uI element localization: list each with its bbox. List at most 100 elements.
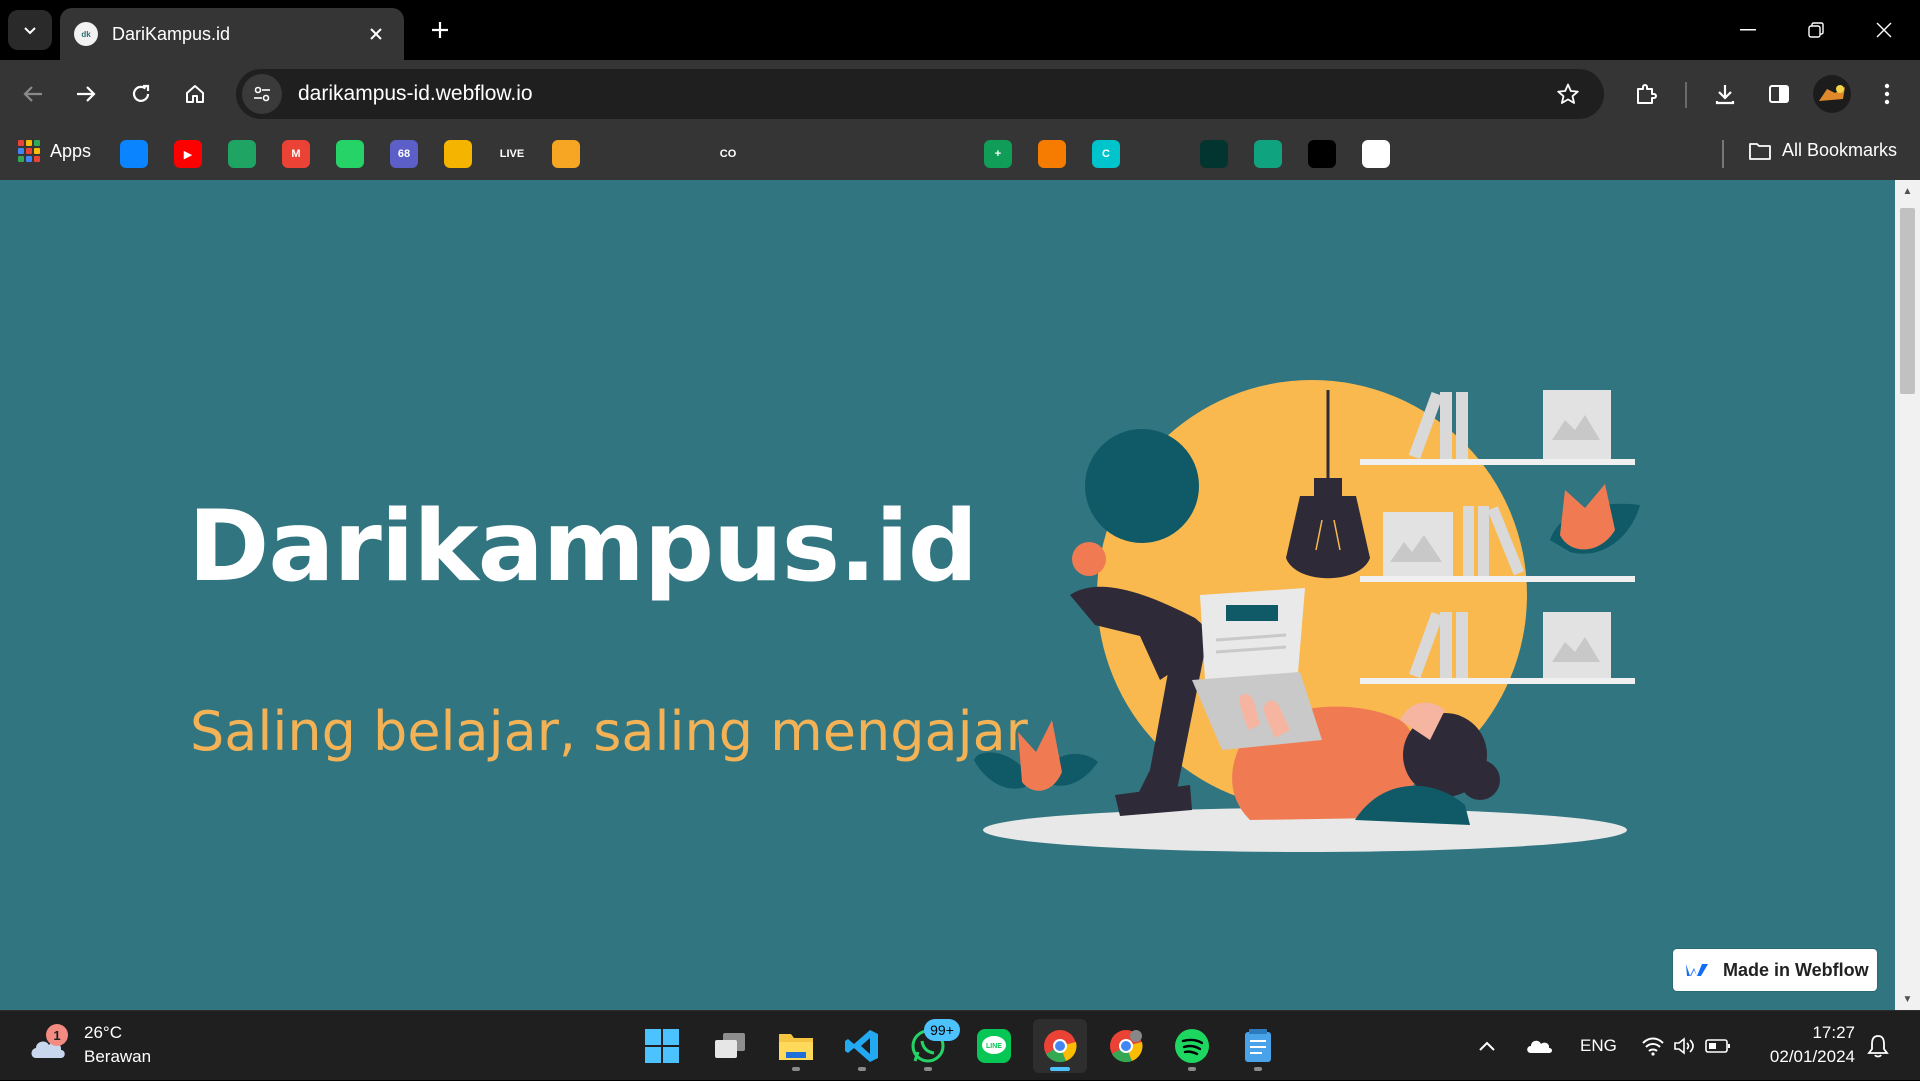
- live-bookmark[interactable]: LIVE: [498, 140, 526, 168]
- file-explorer-button[interactable]: [769, 1019, 823, 1073]
- chatgpt-bookmark[interactable]: [1254, 140, 1282, 168]
- download-icon: [1715, 85, 1735, 105]
- show-hidden-icons-button[interactable]: [1478, 1011, 1496, 1081]
- reload-button[interactable]: [121, 74, 161, 114]
- forward-button[interactable]: [66, 74, 106, 114]
- restore-button[interactable]: [1788, 10, 1844, 50]
- tab-close-button[interactable]: [362, 21, 390, 47]
- github-bookmark[interactable]: [660, 140, 688, 168]
- vscode-button[interactable]: [835, 1019, 889, 1073]
- chrome-profile-button[interactable]: [1099, 1019, 1153, 1073]
- folder-icon: [779, 1034, 813, 1060]
- globe-bookmark[interactable]: [606, 140, 634, 168]
- address-bar[interactable]: darikampus-id.webflow.io: [236, 69, 1604, 119]
- scroll-down-arrow[interactable]: ▼: [1895, 988, 1920, 1010]
- notifications-button[interactable]: [1867, 1011, 1889, 1081]
- clock[interactable]: 17:27 02/01/2024: [1755, 1021, 1855, 1069]
- arrow-left-icon: [23, 86, 42, 102]
- onedrive-bookmark[interactable]: [120, 140, 148, 168]
- made-in-webflow-badge[interactable]: Made in Webflow: [1673, 949, 1877, 991]
- gmail-bookmark[interactable]: M: [282, 140, 310, 168]
- youtube-bookmark[interactable]: ▶: [174, 140, 202, 168]
- onedrive-tray-icon[interactable]: [1525, 1011, 1553, 1081]
- apps-grid-icon: [18, 140, 40, 162]
- downloads-button[interactable]: [1705, 74, 1745, 114]
- task-view-icon: [715, 1033, 745, 1058]
- chrome-icon: [1110, 1030, 1143, 1063]
- whatsapp-bookmark[interactable]: [336, 140, 364, 168]
- tab-search-button[interactable]: [8, 10, 52, 50]
- bell-icon: [1867, 1035, 1889, 1058]
- bookmark-star-button[interactable]: [1548, 74, 1588, 114]
- toolbar-divider: [1685, 82, 1687, 108]
- network-volume-battery[interactable]: [1641, 1011, 1731, 1081]
- start-button[interactable]: [635, 1019, 689, 1073]
- diagram-bookmark[interactable]: [1038, 140, 1066, 168]
- webflow-logo-icon: [1686, 964, 1708, 976]
- clock-time: 17:27: [1812, 1023, 1855, 1042]
- chrome-button[interactable]: [1033, 1019, 1087, 1073]
- canva-bookmark[interactable]: C: [1092, 140, 1120, 168]
- running-indicator: [1188, 1067, 1196, 1071]
- vscode-icon: [845, 1030, 878, 1062]
- dots-bookmark[interactable]: [1416, 140, 1444, 168]
- all-bookmarks-label: All Bookmarks: [1782, 140, 1898, 160]
- menu-button[interactable]: [1867, 74, 1907, 114]
- notification-bookmark[interactable]: 68: [390, 140, 418, 168]
- tab-darikampus[interactable]: dk DariKampus.id: [60, 8, 404, 60]
- extensions-button[interactable]: [1626, 74, 1666, 114]
- clock-date: 02/01/2024: [1769, 1047, 1855, 1066]
- figure-bookmark[interactable]: [1146, 140, 1174, 168]
- figma-bookmark[interactable]: [876, 140, 904, 168]
- apps-bookmark[interactable]: Apps: [18, 140, 91, 162]
- task-view-button[interactable]: [703, 1019, 757, 1073]
- active-indicator: [1050, 1067, 1070, 1071]
- apps-label: Apps: [50, 140, 92, 161]
- tab-favicon: dk: [74, 22, 98, 46]
- side-panel-icon: [1769, 85, 1789, 103]
- site-info-button[interactable]: [242, 74, 282, 114]
- line-button[interactable]: LINE: [967, 1019, 1021, 1073]
- wifi-icon: [1642, 1037, 1664, 1056]
- close-window-button[interactable]: [1856, 10, 1912, 50]
- url-text[interactable]: darikampus-id.webflow.io: [298, 82, 1548, 106]
- minimize-button[interactable]: [1720, 10, 1776, 50]
- mongodb-bookmark[interactable]: [1200, 140, 1228, 168]
- chevron-down-icon: [24, 27, 36, 35]
- google-classroom-bookmark[interactable]: [444, 140, 472, 168]
- reload-icon: [132, 84, 150, 102]
- scroll-thumb[interactable]: [1900, 208, 1915, 394]
- back-button[interactable]: [13, 74, 53, 114]
- volume-icon: [1674, 1037, 1694, 1055]
- running-indicator: [924, 1067, 932, 1071]
- restore-icon: [1808, 22, 1824, 38]
- notepad-button[interactable]: [1231, 1019, 1285, 1073]
- side-panel-button[interactable]: [1759, 74, 1799, 114]
- scroll-up-arrow[interactable]: ▲: [1895, 180, 1920, 202]
- capcut-bookmark[interactable]: [1308, 140, 1336, 168]
- weather-badge: 1: [46, 1024, 68, 1046]
- line-icon: LINE: [977, 1029, 1011, 1063]
- weather-widget[interactable]: 1 26°C Berawan: [28, 1021, 151, 1069]
- stackoverflow-bookmark[interactable]: [768, 140, 796, 168]
- profile-avatar[interactable]: [1813, 75, 1851, 113]
- new-tab-button[interactable]: [422, 12, 458, 48]
- dash-bookmark[interactable]: [822, 140, 850, 168]
- trello-bookmark[interactable]: [1362, 140, 1390, 168]
- language-indicator[interactable]: ENG: [1580, 1011, 1617, 1081]
- coursera-bookmark[interactable]: CO: [714, 140, 742, 168]
- page-scrollbar[interactable]: ▲ ▼: [1895, 180, 1920, 1010]
- chrome-icon: [1044, 1030, 1077, 1063]
- spotify-button[interactable]: [1165, 1019, 1219, 1073]
- made-in-webflow-label: Made in Webflow: [1723, 959, 1869, 980]
- home-button[interactable]: [175, 74, 215, 114]
- cloud-icon: 1: [28, 1024, 68, 1062]
- hero-subtitle: Saling belajar, saling mengajar: [190, 700, 1028, 763]
- all-bookmarks-button[interactable]: All Bookmarks: [1748, 140, 1897, 161]
- svg-text:LINE: LINE: [986, 1043, 1002, 1050]
- browser-toolbar: darikampus-id.webflow.io: [0, 60, 1920, 128]
- crown-bookmark[interactable]: [552, 140, 580, 168]
- google-sheets-plus-bookmark[interactable]: +: [984, 140, 1012, 168]
- google-drive-bookmark[interactable]: [228, 140, 256, 168]
- google-drive-2-bookmark[interactable]: [930, 140, 958, 168]
